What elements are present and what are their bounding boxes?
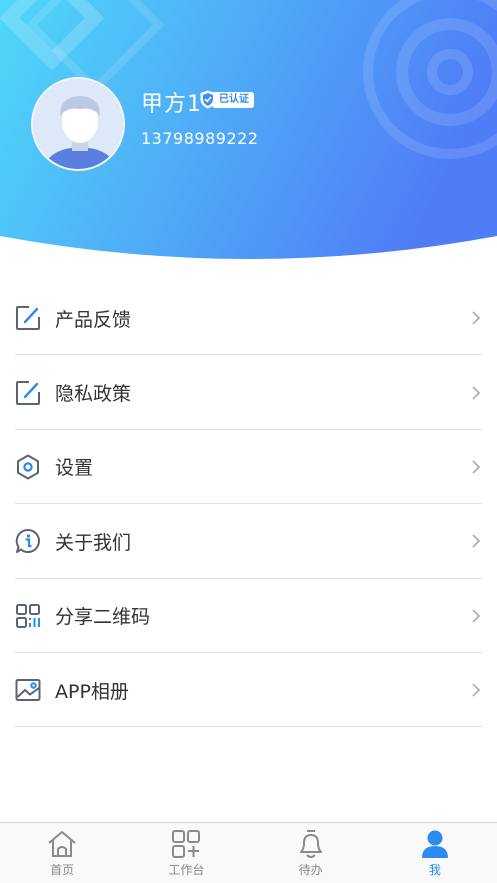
- tab-home[interactable]: 首页: [0, 823, 124, 883]
- profile-menu: 产品反馈 隐私政策 设置 关于我们 分享二维码 APP相册: [0, 281, 497, 728]
- grid-icon: [170, 829, 202, 859]
- tab-label: 我: [428, 863, 441, 877]
- menu-item-label: 产品反馈: [55, 308, 132, 331]
- menu-item-label: 关于我们: [55, 531, 132, 554]
- verified-label: 已认证: [212, 91, 254, 108]
- image-icon: [15, 677, 41, 703]
- chevron-right-icon: [472, 460, 481, 474]
- user-name: 甲方1: [141, 92, 202, 117]
- chevron-right-icon: [472, 534, 481, 548]
- tab-todo[interactable]: 待办: [249, 823, 373, 883]
- home-icon: [46, 829, 78, 859]
- tab-workbench[interactable]: 工作台: [124, 823, 248, 883]
- bell-icon: [295, 829, 327, 859]
- divider: [15, 726, 482, 728]
- avatar[interactable]: [31, 77, 125, 171]
- menu-item-label: 设置: [55, 457, 94, 480]
- edit-icon: [15, 380, 41, 406]
- qr-code-icon: [15, 603, 41, 629]
- menu-item-settings[interactable]: 设置: [0, 430, 497, 505]
- chevron-right-icon: [472, 385, 481, 400]
- menu-item-app-album[interactable]: APP相册: [0, 653, 497, 728]
- menu-item-label: APP相册: [55, 680, 129, 703]
- tab-label: 首页: [50, 863, 75, 877]
- profile-header: 甲方1 已认证 13798989222: [0, 0, 497, 270]
- person-icon: [419, 829, 451, 859]
- menu-item-privacy-policy[interactable]: 隐私政策: [0, 355, 497, 430]
- chevron-right-icon: [472, 683, 481, 697]
- info-bubble-icon: [15, 528, 41, 554]
- bottom-tab-bar: 首页 工作台 待办 我: [0, 822, 497, 883]
- tab-label: 待办: [298, 863, 323, 877]
- menu-item-product-feedback[interactable]: 产品反馈: [0, 281, 497, 356]
- tab-label: 工作台: [168, 863, 205, 877]
- verified-badge: 已认证: [200, 89, 254, 110]
- chevron-right-icon: [472, 609, 481, 623]
- tab-me[interactable]: 我: [373, 823, 497, 883]
- phone-number: 13798989222: [141, 129, 259, 148]
- shield-check-icon: [200, 90, 216, 109]
- menu-item-label: 隐私政策: [55, 383, 132, 406]
- settings-hexagon-icon: [15, 454, 41, 480]
- avatar-person-icon: [33, 79, 123, 169]
- menu-item-label: 分享二维码: [55, 606, 151, 629]
- menu-item-share-qr-code[interactable]: 分享二维码: [0, 579, 497, 653]
- menu-item-about-us[interactable]: 关于我们: [0, 504, 497, 579]
- chevron-right-icon: [472, 311, 481, 325]
- edit-icon: [15, 305, 41, 331]
